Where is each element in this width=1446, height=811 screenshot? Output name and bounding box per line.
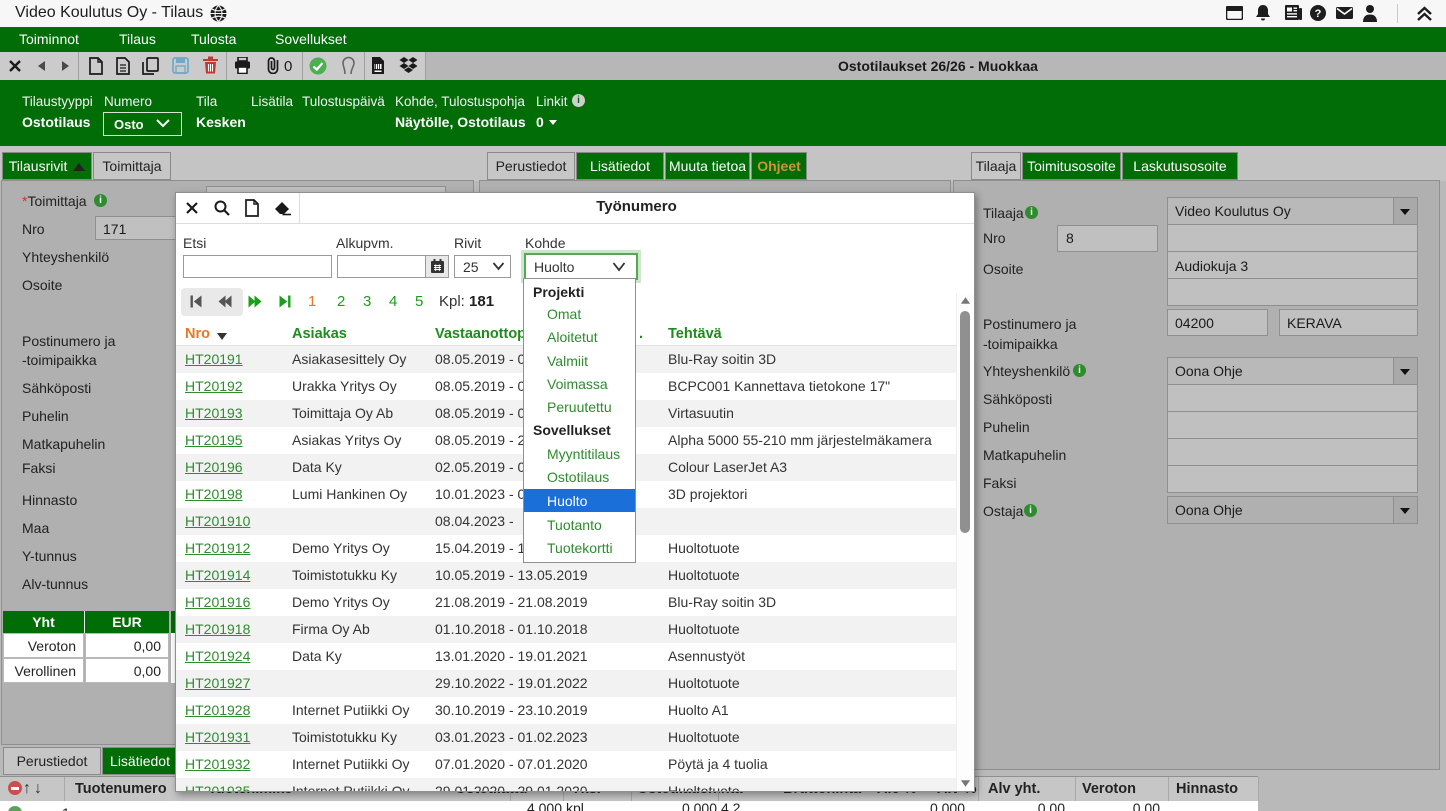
svg-text:?: ? xyxy=(1315,8,1322,20)
